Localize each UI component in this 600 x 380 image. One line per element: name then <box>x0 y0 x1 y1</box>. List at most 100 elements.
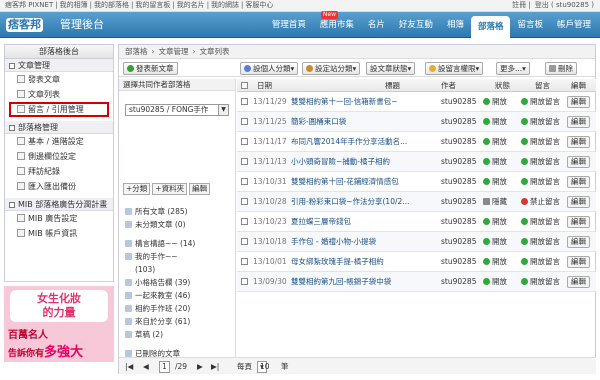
register-link[interactable]: 註冊 <box>512 1 526 9</box>
sidebar-item[interactable]: 側邊欄位設定 <box>5 149 113 164</box>
row-title[interactable]: 簡彩-圓桶束口袋 <box>291 112 437 132</box>
col-date[interactable]: 日期 <box>257 79 272 92</box>
table-row[interactable]: 13/11/13 小小頭奇冒險~捕動-橘子相約 stu90285 開放 開放留言 編輯 <box>237 152 596 172</box>
nav-tab[interactable]: 名片 <box>361 12 392 38</box>
sidebar-item[interactable]: 基本 / 進階設定 <box>5 134 113 149</box>
folder-item[interactable]: 來自於分享 (61) <box>123 315 233 328</box>
breadcrumb-item[interactable]: 文章管理 <box>159 47 189 56</box>
sidebar-item[interactable]: MIB 廣告設定 <box>5 211 113 226</box>
set-category-button[interactable]: 設個人分類▾ <box>240 62 299 75</box>
add-category-button[interactable]: +分類 <box>123 183 151 195</box>
top-link[interactable]: 我的相簿 <box>60 1 88 9</box>
nav-tab[interactable]: 好友互動 <box>392 12 440 38</box>
edit-button[interactable]: 編輯 <box>567 176 590 188</box>
set-comment-button[interactable]: 設留言權限▾ <box>425 62 484 75</box>
folder-item[interactable]: 草稿 (2) <box>123 328 233 341</box>
sidebar-item[interactable]: 匯入匯出備份 <box>5 179 113 194</box>
row-title[interactable]: 雙雙相約第十一回-信箱新書包~ <box>291 92 437 112</box>
edit-folders-button[interactable]: 編輯 <box>189 183 211 195</box>
row-title[interactable]: 夏拉蝶三層帝錢包 <box>291 212 437 232</box>
folder-item[interactable]: (103) <box>123 263 233 276</box>
edit-button[interactable]: 編輯 <box>567 276 590 288</box>
folder-item[interactable]: 我的手作~~ <box>123 250 233 263</box>
top-link[interactable]: 痞客邦 PIXNET <box>5 1 53 9</box>
edit-button[interactable]: 編輯 <box>567 116 590 128</box>
sidebar-item[interactable]: 拜訪紀錄 <box>5 164 113 179</box>
edit-button[interactable]: 編輯 <box>567 216 590 228</box>
row-comment[interactable]: 開放留言 <box>521 172 560 192</box>
folder-item[interactable]: 所有文章 (285) <box>123 205 233 218</box>
edit-button[interactable]: 編輯 <box>567 256 590 268</box>
sidebar-group[interactable]: MIB 部落格廣告分潤計畫 <box>5 198 113 211</box>
breadcrumb-item[interactable]: 部落格 <box>125 47 148 56</box>
row-checkbox[interactable] <box>241 158 248 165</box>
row-comment[interactable]: 開放留言 <box>521 212 560 232</box>
folder-item[interactable]: 相約手作班 (20) <box>123 302 233 315</box>
edit-button[interactable]: 編輯 <box>567 236 590 248</box>
top-link[interactable]: 我的留言板 <box>135 1 170 9</box>
row-checkbox[interactable] <box>241 118 248 125</box>
nav-tab[interactable]: 管理首頁 <box>265 12 313 38</box>
nav-tab[interactable]: 部落格 <box>470 16 511 38</box>
logout-link[interactable]: 登出 ( stu90285 ) <box>535 1 594 9</box>
row-title[interactable]: 雙雙相約第十回-花鋪經濟情感包 <box>291 172 437 192</box>
row-title[interactable]: 小小頭奇冒險~捕動-橘子相約 <box>291 152 437 172</box>
folder-item[interactable]: 未分類文章 (0) <box>123 218 233 231</box>
add-folder-button[interactable]: +資料夾 <box>152 183 188 195</box>
folder-item[interactable]: 一起來教室 (46) <box>123 289 233 302</box>
row-checkbox[interactable] <box>241 138 248 145</box>
new-post-button[interactable]: 發表新文章 <box>123 62 178 75</box>
row-checkbox[interactable] <box>241 198 248 205</box>
folder-item[interactable]: 構言構語~~ (14) <box>123 237 233 250</box>
next-page-icon[interactable]: ▶ <box>197 358 203 375</box>
table-row[interactable]: 13/10/18 手作包 - 婚禮小物-小提袋 stu90285 開放 開放留言 編輯 <box>237 232 596 252</box>
nav-tab[interactable]: 相簿 <box>440 12 471 38</box>
row-checkbox[interactable] <box>241 238 248 245</box>
prev-page-icon[interactable]: ◀ <box>143 358 149 375</box>
row-comment[interactable]: 開放留言 <box>521 272 560 292</box>
table-row[interactable]: 13/09/30 雙雙相約第九回-帳錦子袋中袋 stu90285 開放 開放留言 編輯 <box>237 272 596 292</box>
top-link[interactable]: 客服中心 <box>245 1 273 9</box>
row-title[interactable]: 布同凡響2014年手作分享活動名... <box>291 132 437 152</box>
set-site-category-button[interactable]: 設定站分類▾ <box>302 62 361 75</box>
edit-button[interactable]: 編輯 <box>567 96 590 108</box>
row-comment[interactable]: 開放留言 <box>521 252 560 272</box>
table-row[interactable]: 13/11/29 雙雙相約第十一回-信箱新書包~ stu90285 開放 開放留言 編輯 <box>237 92 596 112</box>
more-button[interactable]: 更多...▾ <box>496 62 530 75</box>
sidebar-item[interactable]: 文章列表 <box>5 87 113 102</box>
sidebar-item[interactable]: 留言 / 引用管理 <box>9 102 109 117</box>
row-comment[interactable]: 禁止留言 <box>521 192 560 212</box>
row-title[interactable]: 雙雙相約第九回-帳錦子袋中袋 <box>291 272 437 292</box>
per-page-select[interactable]: 10 ▾ <box>257 361 270 373</box>
top-link[interactable]: 我的名片 <box>177 1 205 9</box>
delete-button[interactable]: 刪除 <box>545 62 577 75</box>
nav-tab[interactable]: 應用市集 New <box>313 11 361 38</box>
first-page-icon[interactable]: |◀ <box>125 358 133 375</box>
table-row[interactable]: 13/10/28 引用-粉彩束口袋~作法分享(10/2... stu90285 隱藏 禁… <box>237 192 596 212</box>
top-link[interactable]: 我的部落格 <box>94 1 129 9</box>
select-all-checkbox[interactable] <box>241 82 248 89</box>
col-title[interactable]: 標題 <box>385 79 400 92</box>
table-row[interactable]: 13/10/01 母女綁紮玫瑰手提-橘子相約 stu90285 開放 開放留言 編輯 <box>237 252 596 272</box>
breadcrumb-item[interactable]: 文章列表 <box>200 47 230 56</box>
edit-button[interactable]: 編輯 <box>567 156 590 168</box>
set-status-button[interactable]: 設文章狀態▾ <box>366 62 416 75</box>
row-checkbox[interactable] <box>241 218 248 225</box>
row-comment[interactable]: 開放留言 <box>521 92 560 112</box>
ad-banner[interactable]: 女生化妝 的力量 百萬名人 告訴你有多強大 <box>4 286 114 362</box>
sidebar-item[interactable]: 發表文章 <box>5 72 113 87</box>
table-row[interactable]: 13/10/23 夏拉蝶三層帝錢包 stu90285 開放 開放留言 編輯 <box>237 212 596 232</box>
edit-button[interactable]: 編輯 <box>567 196 590 208</box>
nav-tab[interactable]: 留言板 <box>510 12 550 38</box>
edit-button[interactable]: 編輯 <box>567 136 590 148</box>
row-comment[interactable]: 開放留言 <box>521 132 560 152</box>
nav-tab[interactable]: 帳戶管理 <box>550 12 598 38</box>
top-link[interactable]: 我的網誌 <box>211 1 239 9</box>
row-title[interactable]: 引用-粉彩束口袋~作法分享(10/2... <box>291 192 437 212</box>
row-checkbox[interactable] <box>241 178 248 185</box>
row-title[interactable]: 母女綁紮玫瑰手提-橘子相約 <box>291 252 437 272</box>
blog-select[interactable]: stu90285 / FONG手作 ▼ <box>125 104 229 116</box>
row-comment[interactable]: 開放留言 <box>521 152 560 172</box>
last-page-icon[interactable]: ▶| <box>211 358 219 375</box>
row-comment[interactable]: 開放留言 <box>521 112 560 132</box>
